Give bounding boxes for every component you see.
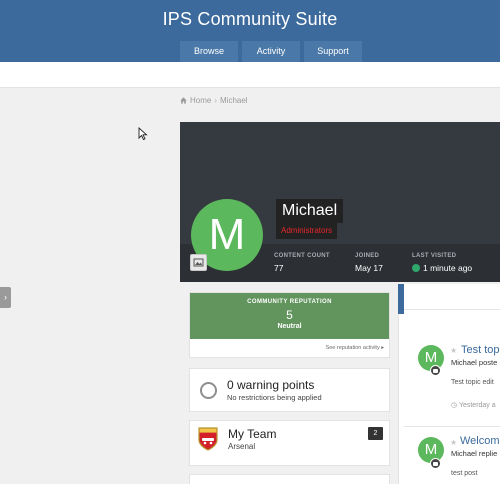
profile-group-box: Administrators [276, 223, 338, 239]
reputation-value: 5 [286, 308, 293, 322]
profile-group: Administrators [281, 226, 333, 235]
star-icon: ★ [450, 438, 458, 447]
stat-joined-value: May 17 [355, 263, 383, 273]
nav-activity[interactable]: Activity [242, 41, 300, 62]
reputation-title: COMMUNITY REPUTATION [247, 299, 332, 305]
breadcrumb-current: Michael [220, 96, 248, 105]
star-icon: ★ [450, 346, 458, 355]
activity-divider [404, 426, 500, 427]
caret-right-icon: ▸ [381, 345, 384, 351]
reputation-panel: COMMUNITY REPUTATION 5 Neutral [190, 293, 389, 339]
activity-time: ◷ Yesterday a [451, 401, 496, 409]
activity-title[interactable]: Welcome [460, 435, 500, 447]
stat-last-visited: 1 minute ago [412, 263, 472, 273]
activity-body: Test topic edit [451, 379, 494, 386]
warning-circle-icon [200, 382, 217, 399]
nav-support[interactable]: Support [304, 41, 362, 62]
warning-subtitle: No restrictions being applied [227, 393, 322, 402]
reputation-word: Neutral [277, 323, 302, 330]
activity-meta: Michael replie [451, 449, 498, 458]
clock-icon: ◷ [451, 402, 458, 409]
warning-card: 0 warning points No restrictions being a… [189, 368, 390, 412]
warning-title: 0 warning points [227, 378, 315, 392]
stat-last-visited-label: LAST VISITED [412, 253, 457, 259]
stat-last-visited-value: 1 minute ago [423, 263, 473, 273]
profile-name-box: Michael [276, 199, 344, 223]
home-icon [180, 97, 187, 104]
team-count-badge: 2 [368, 427, 383, 440]
profile-name: Michael [282, 202, 338, 219]
site-header: IPS Community Suite Browse Activity Supp… [0, 0, 500, 62]
activity-tabs [404, 284, 500, 310]
stat-content-count-label: CONTENT COUNT [274, 253, 330, 259]
breadcrumb: Home › Michael [180, 96, 248, 105]
breadcrumb-separator-icon: › [214, 96, 218, 105]
chevron-right-icon[interactable]: › [0, 287, 11, 308]
activity-meta: Michael poste [451, 358, 498, 367]
reputation-card: COMMUNITY REPUTATION 5 Neutral See reput… [189, 292, 390, 358]
activity-body: test post [451, 470, 478, 477]
online-dot-icon [412, 264, 420, 272]
arsenal-crest-icon [198, 427, 218, 451]
stat-joined-label: JOINED [355, 253, 380, 259]
image-icon [193, 258, 204, 267]
comment-icon [430, 458, 441, 469]
sub-navigation-bar [0, 62, 500, 88]
comment-icon [430, 365, 441, 376]
site-title[interactable]: IPS Community Suite [0, 9, 500, 30]
reputation-link-label: See reputation activity [325, 345, 380, 351]
nav-browse[interactable]: Browse [180, 41, 238, 62]
sidebar-card [189, 474, 390, 484]
mouse-pointer-icon [138, 127, 148, 141]
activity-title[interactable]: Test top [461, 344, 500, 356]
team-title: My Team [228, 427, 277, 441]
team-card: My Team Arsenal 2 [189, 420, 390, 466]
team-name: Arsenal [228, 442, 256, 451]
activity-time-label: Yesterday a [458, 402, 496, 409]
stat-content-count-value: 77 [274, 263, 284, 273]
reputation-activity-link[interactable]: See reputation activity ▸ [326, 345, 384, 351]
breadcrumb-home[interactable]: Home [190, 96, 211, 105]
cover-photo-button[interactable] [190, 254, 207, 271]
